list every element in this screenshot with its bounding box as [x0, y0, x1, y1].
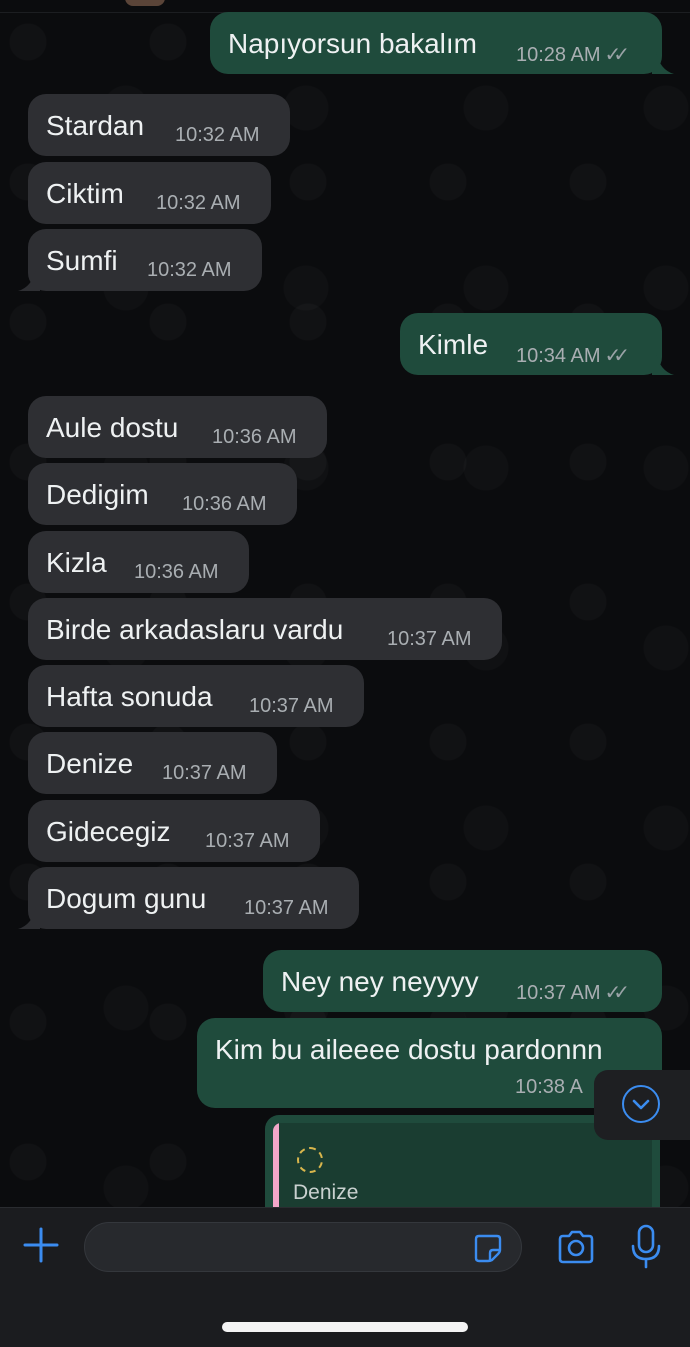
message-bubble-outgoing[interactable]: Ney ney neyyyy 10:37 AM ✓✓ [263, 950, 662, 1012]
message-text: Hafta sonuda [46, 681, 213, 712]
quoted-message[interactable]: Denize [273, 1123, 652, 1207]
message-text: Napıyorsun bakalım [228, 28, 478, 59]
message-time: 10:36 AM [182, 493, 267, 515]
message-text: Gidecegiz [46, 816, 171, 847]
message-text: Dogum gunu [46, 883, 207, 914]
message-bubble-outgoing[interactable]: Kimle 10:34 AM ✓✓ [400, 313, 674, 375]
message-text: Aule dostu [46, 412, 179, 443]
message-time: 10:37 AM [244, 897, 329, 919]
bubble-tail [652, 353, 674, 375]
message-text: Dedigim [46, 479, 149, 510]
read-receipt-icon: ✓✓ [604, 44, 630, 66]
read-receipt-icon: ✓✓ [604, 982, 630, 1004]
message-text: Kim bu aileeee dostu pardonnn [215, 1034, 603, 1065]
message-bubble-incoming[interactable]: Stardan 10:32 AM [28, 94, 290, 156]
message-time: 10:32 AM [175, 124, 260, 146]
message-text: Birde arkadaslaru vardu [46, 614, 344, 645]
message-time: 10:28 AM ✓✓ [516, 44, 630, 66]
avatar[interactable] [125, 0, 165, 6]
message-bubble-incoming[interactable]: Hafta sonuda 10:37 AM [28, 665, 364, 727]
message-time: 10:37 AM ✓✓ [516, 982, 630, 1004]
plus-icon[interactable] [22, 1226, 60, 1264]
message-bubble-incoming[interactable]: Dedigim 10:36 AM [28, 463, 297, 525]
message-text: Sumfi [46, 245, 118, 276]
chat-area: Napıyorsun bakalım 10:28 AM ✓✓ Stardan 10… [0, 0, 690, 1207]
message-time: 10:36 AM [212, 426, 297, 448]
message-bubble-incoming[interactable]: Aule dostu 10:36 AM [28, 396, 327, 458]
message-bubble-incoming[interactable]: Gidecegiz 10:37 AM [28, 800, 320, 862]
message-bubble-outgoing[interactable]: Kim bu aileeee dostu pardonnn 10:38 A [197, 1018, 662, 1108]
message-text: Ciktim [46, 178, 124, 209]
message-text: Kimle [418, 329, 489, 360]
message-bubble-incoming[interactable]: Denize 10:37 AM [28, 732, 277, 794]
quote-bar [273, 1123, 279, 1207]
message-bubble-incoming[interactable]: Dogum gunu 10:37 AM [18, 867, 359, 929]
message-time: 10:37 AM [205, 830, 290, 852]
message-time: 10:37 AM [162, 762, 247, 784]
sticker-emoji-icon [297, 1147, 323, 1173]
bubble-tail [652, 52, 674, 74]
message-bubble-incoming[interactable]: Birde arkadaslaru vardu 10:37 AM [28, 598, 502, 660]
chevron-down-icon [622, 1085, 660, 1123]
message-time: 10:32 AM [156, 192, 241, 214]
message-bubble-incoming[interactable]: Kizla 10:36 AM [28, 531, 249, 593]
message-time: 10:38 A [515, 1076, 583, 1098]
quoted-text: Denize [293, 1181, 359, 1204]
message-input[interactable] [84, 1222, 522, 1272]
message-bubble-incoming[interactable]: Ciktim 10:32 AM [28, 162, 271, 224]
message-time: 10:37 AM [387, 628, 472, 650]
message-text: Denize [46, 748, 134, 779]
message-text: Stardan [46, 110, 145, 141]
bubble-tail [18, 269, 40, 291]
read-receipt-icon: ✓✓ [604, 345, 630, 367]
bubble-tail [18, 907, 40, 929]
microphone-icon[interactable] [630, 1224, 662, 1270]
message-time: 10:37 AM [249, 695, 334, 717]
message-text: Kizla [46, 547, 107, 578]
message-text: Ney ney neyyyy [281, 966, 479, 997]
message-time: 10:34 AM ✓✓ [516, 345, 630, 367]
scroll-to-bottom-button[interactable] [594, 1070, 690, 1140]
home-indicator [222, 1322, 468, 1332]
sticker-icon[interactable] [473, 1233, 503, 1263]
camera-icon[interactable] [556, 1230, 596, 1264]
message-time: 10:36 AM [134, 561, 219, 583]
message-time: 10:32 AM [147, 259, 232, 281]
message-bubble-outgoing[interactable]: Napıyorsun bakalım 10:28 AM ✓✓ [210, 12, 674, 74]
message-bubble-incoming[interactable]: Sumfi 10:32 AM [18, 229, 262, 291]
